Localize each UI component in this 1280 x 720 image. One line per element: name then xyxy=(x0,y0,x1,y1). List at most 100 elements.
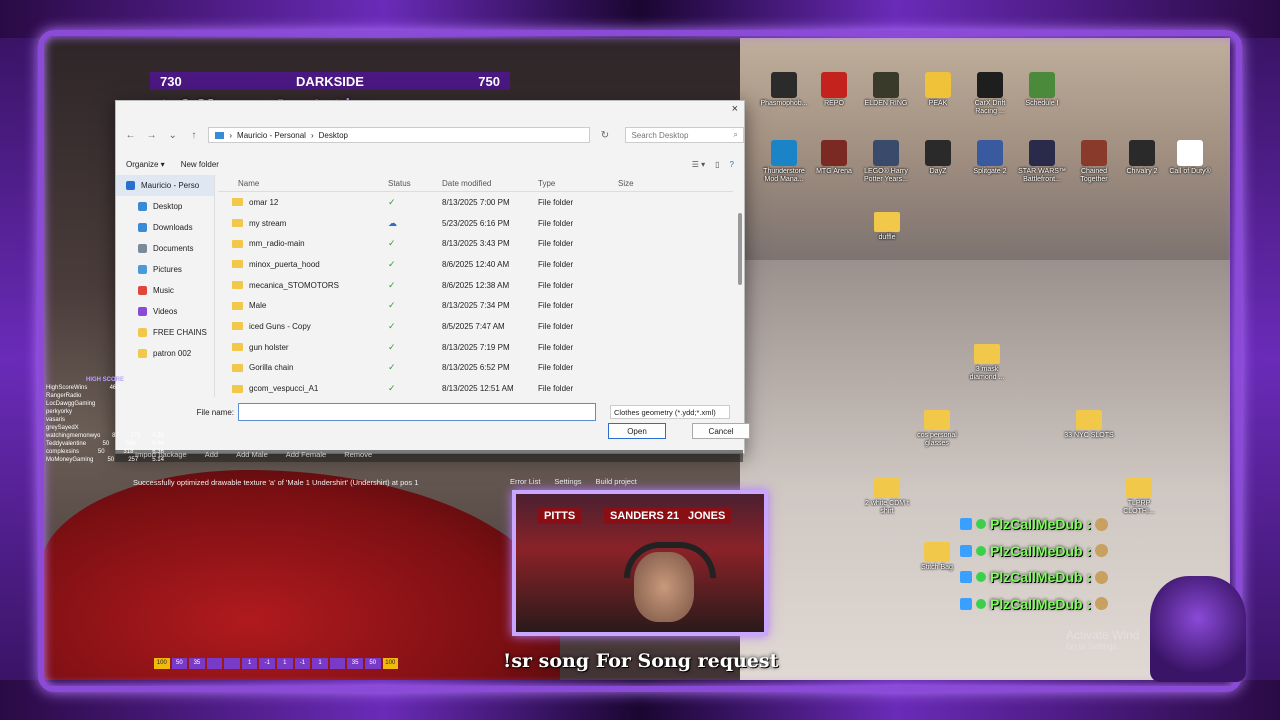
desktop-shortcut[interactable]: LEGO® Harry Potter Years... xyxy=(862,140,910,184)
desktop-shortcut[interactable]: Chivalry 2 xyxy=(1118,140,1166,176)
table-row[interactable]: my stream ☁ 5/23/2025 6:16 PM File folder xyxy=(218,213,733,234)
nav-item[interactable]: Videos xyxy=(116,301,214,322)
app-tab[interactable]: Settings xyxy=(554,477,581,489)
nav-item[interactable]: FREE CHAINS xyxy=(116,322,214,343)
app-tab[interactable]: Error List xyxy=(510,477,540,489)
desktop-folder[interactable]: cos personal glasses xyxy=(912,410,962,448)
table-row[interactable]: iced Guns - Copy ✓ 8/5/2025 7:47 AM File fo… xyxy=(218,316,733,337)
desktop-shortcut[interactable]: Call of Duty® xyxy=(1166,140,1214,176)
chevron-down-icon[interactable]: ⌄ xyxy=(166,130,179,141)
desktop-shortcut[interactable]: REPO xyxy=(810,72,858,108)
search-input[interactable]: Search Desktop ⌕ xyxy=(625,127,745,143)
desktop-shortcut[interactable]: MTG Arena xyxy=(810,140,858,176)
close-icon[interactable]: × xyxy=(732,103,738,115)
desktop-shortcut[interactable]: DayZ xyxy=(914,140,962,176)
column-status[interactable]: Status xyxy=(388,179,442,188)
desktop-shortcut[interactable]: Phasmophob... xyxy=(760,72,808,108)
up-icon[interactable]: ↑ xyxy=(187,130,200,141)
desktop-shortcut[interactable]: Chained Together xyxy=(1070,140,1118,184)
nav-item[interactable]: Music xyxy=(116,280,214,301)
table-row[interactable]: Gorilla chain ✓ 8/13/2025 6:52 PM File fold… xyxy=(218,358,733,379)
app-icon xyxy=(873,140,899,166)
table-row[interactable]: omar 12 ✓ 8/13/2025 7:00 PM File folder xyxy=(218,192,733,213)
column-date[interactable]: Date modified xyxy=(442,179,538,188)
nav-item[interactable]: Mauricio - Perso xyxy=(116,175,214,196)
desktop-shortcut[interactable]: CarX Drift Racing ... xyxy=(966,72,1014,116)
column-size[interactable]: Size xyxy=(618,179,678,188)
shortcut-label: REPO xyxy=(824,100,844,107)
preview-pane-icon[interactable]: ▯ xyxy=(715,160,719,169)
nav-item[interactable]: Desktop xyxy=(116,196,214,217)
jersey-2: SANDERS 21 xyxy=(604,508,686,524)
app-tab[interactable]: Build project xyxy=(596,477,637,489)
help-icon[interactable]: ? xyxy=(730,160,734,169)
emote-icon xyxy=(1095,570,1109,584)
table-row[interactable]: mecanica_STOMOTORS ✓ 8/6/2025 12:38 AM File… xyxy=(218,275,733,296)
desktop-folder[interactable]: 33 NYC SLOTS xyxy=(1064,410,1114,440)
desktop-folder[interactable]: 2 white CDM t shirt xyxy=(862,478,912,516)
leaderboard-cell: 50 xyxy=(107,457,115,463)
refresh-icon[interactable]: ↻ xyxy=(598,130,611,141)
column-name[interactable]: Name xyxy=(218,179,388,188)
new-folder-button[interactable]: New folder xyxy=(181,160,219,169)
desktop-shortcut[interactable]: Thunderstore Mod Mana... xyxy=(760,140,808,184)
desktop-folder[interactable]: 3 mask diamond ... xyxy=(962,344,1012,382)
row-name-text: gcom_vespucci_A1 xyxy=(249,384,319,394)
desktop-shortcut[interactable]: STAR WARS™ Battlefront... xyxy=(1018,140,1066,184)
app-toolbar-item[interactable]: Add Female xyxy=(286,450,326,462)
desktop-folder[interactable]: Stitch Bag xyxy=(912,542,962,572)
nav-item[interactable]: Documents xyxy=(116,238,214,259)
app-icon xyxy=(977,72,1003,98)
table-row[interactable]: mm_radio-main ✓ 8/13/2025 3:43 PM File fold… xyxy=(218,233,733,254)
path-breadcrumb[interactable]: › Mauricio - Personal › Desktop xyxy=(208,127,591,143)
forward-icon[interactable]: → xyxy=(145,130,158,141)
file-type-select[interactable]: Clothes geometry (*.ydd;*.xml) xyxy=(610,405,730,419)
folder-icon xyxy=(232,384,243,393)
overlay-right-bar xyxy=(1230,38,1280,680)
desktop-shortcut[interactable]: PEAK xyxy=(914,72,962,108)
file-name-input[interactable] xyxy=(238,403,596,421)
desktop-folder[interactable]: duffle xyxy=(862,212,912,242)
breadcrumb-leaf[interactable]: Desktop xyxy=(319,131,348,140)
row-date: 8/6/2025 12:40 AM xyxy=(442,259,510,269)
table-row[interactable]: Male ✓ 8/13/2025 7:34 PM File folder xyxy=(218,295,733,316)
open-button[interactable]: Open xyxy=(608,423,666,439)
shortcut-label: Call of Duty® xyxy=(1169,168,1211,175)
desktop-shortcut[interactable]: Splitgate 2 xyxy=(966,140,1014,176)
shortcut-label: MTG Arena xyxy=(816,168,852,175)
table-row[interactable]: gcom_vespucci_A1 ✓ 8/13/2025 12:51 AM File … xyxy=(218,378,733,397)
team-name: DARKSIDE xyxy=(296,73,364,89)
scrollbar[interactable] xyxy=(738,213,742,285)
back-icon[interactable]: ← xyxy=(124,130,137,141)
table-row[interactable]: gun holster ✓ 8/13/2025 7:19 PM File folder xyxy=(218,337,733,358)
street-sky xyxy=(740,0,1280,260)
column-type[interactable]: Type xyxy=(538,179,618,188)
folder-icon xyxy=(232,363,243,372)
nav-item[interactable]: Pictures xyxy=(116,259,214,280)
nav-item[interactable]: patron 002 xyxy=(116,343,214,364)
chat-message: PlzCallMeDub : xyxy=(960,596,1109,612)
nav-item[interactable]: Downloads xyxy=(116,217,214,238)
leaderboard-cell: 257 xyxy=(128,457,139,463)
alert-cell: 100 xyxy=(382,658,399,669)
desktop-shortcut[interactable]: ELDEN RING xyxy=(862,72,910,108)
app-toolbar-item[interactable]: Remove xyxy=(344,450,372,462)
sync-ok-icon: ✓ xyxy=(388,383,396,394)
song-request-text: !sr song For Song request xyxy=(503,650,779,672)
app-icon xyxy=(771,140,797,166)
row-type: File folder xyxy=(538,363,574,373)
cancel-button[interactable]: Cancel xyxy=(692,423,750,439)
row-status: ✓ xyxy=(388,362,442,373)
breadcrumb-root[interactable]: Mauricio - Personal xyxy=(237,131,306,140)
app-toolbar-item[interactable]: Add xyxy=(205,450,218,462)
view-menu-icon[interactable]: ☰ ▾ xyxy=(692,160,705,169)
leaderboard-cell: 318 xyxy=(123,449,134,455)
app-toolbar-item[interactable]: Add Male xyxy=(236,450,268,462)
table-row[interactable]: minox_puerta_hood ✓ 8/6/2025 12:40 AM File … xyxy=(218,254,733,275)
desktop-folder[interactable]: TLPRP CLOTHI... xyxy=(1114,478,1164,516)
organize-button[interactable]: Organize ▾ xyxy=(126,160,165,169)
desktop-shortcut[interactable]: Schedule I xyxy=(1018,72,1066,108)
alert-cell: 1 xyxy=(312,658,328,669)
chat-user: PlzCallMeDub : xyxy=(990,516,1092,532)
activate-windows-watermark: Activate Wind Go to Settings xyxy=(1066,628,1139,651)
